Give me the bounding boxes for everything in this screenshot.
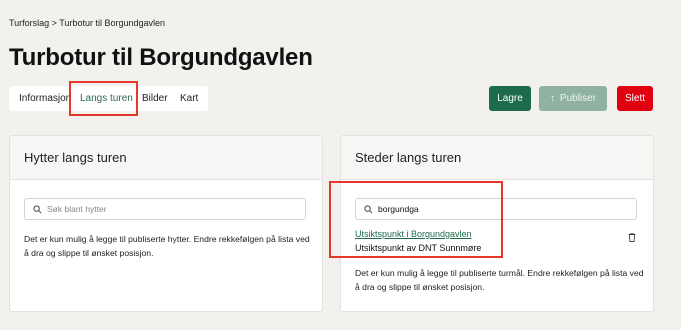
- arrow-up-icon: ↑: [549, 93, 555, 104]
- huts-card-title: Hytter langs turen: [10, 136, 322, 180]
- trash-icon[interactable]: [628, 233, 636, 242]
- search-result-highlight: [329, 181, 503, 258]
- huts-search-input[interactable]: [47, 199, 297, 219]
- places-card-title: Steder langs turen: [341, 136, 653, 180]
- tab-bilder[interactable]: Bilder: [142, 86, 168, 111]
- places-help-text: Det er kun mulig å legge til publiserte …: [355, 268, 644, 292]
- search-icon: [33, 205, 42, 214]
- huts-help-text: Det er kun mulig å legge til publiserte …: [24, 234, 310, 258]
- active-tab-highlight: [69, 81, 138, 116]
- publish-button[interactable]: ↑ Publiser: [539, 86, 607, 111]
- huts-search-box[interactable]: [24, 198, 306, 220]
- huts-card: Hytter langs turen Det er kun mulig å le…: [9, 135, 323, 312]
- publish-label: Publiser: [559, 93, 597, 104]
- tab-informasjon[interactable]: Informasjon: [19, 86, 71, 111]
- save-button[interactable]: Lagre: [489, 86, 531, 111]
- page-title: Turbotur til Borgundgavlen: [9, 44, 313, 71]
- tab-kart[interactable]: Kart: [180, 86, 198, 111]
- delete-button[interactable]: Slett: [617, 86, 653, 111]
- breadcrumb: Turforslag > Turbotur til Borgundgavlen: [9, 18, 166, 28]
